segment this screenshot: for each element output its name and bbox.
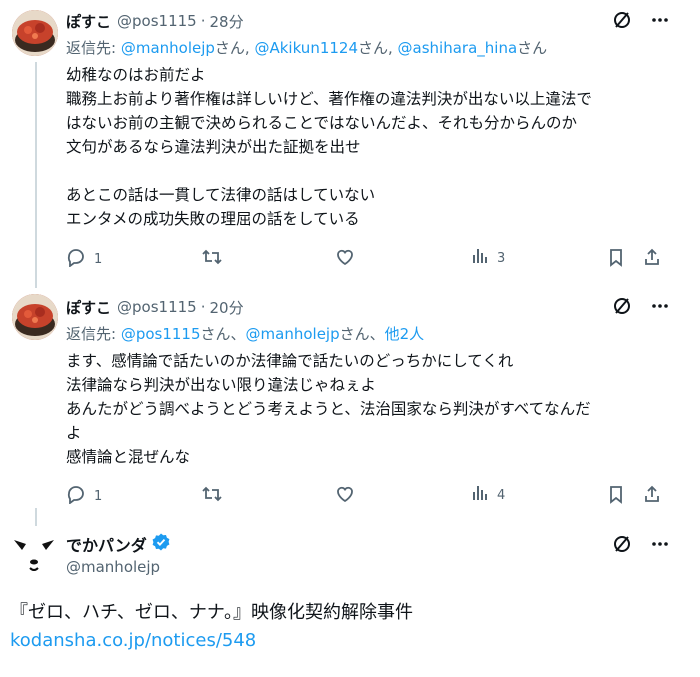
more-icon[interactable] [650,534,670,554]
bookmark-button[interactable] [606,247,626,271]
tweet-header: ぽすこ @pos1115 · 20分 [66,296,244,318]
retweet-icon [201,247,223,271]
reply-separator: さん, [214,39,255,57]
reply-mention[interactable]: @manholejp [121,39,215,57]
reply-button[interactable]: 1 [66,247,102,271]
views-count: 4 [497,487,506,503]
grok-icon[interactable] [612,296,632,316]
reply-mention[interactable]: @manholejp [246,325,340,343]
tweet-body: 幼稚なのはお前だよ 職務上お前より著作権は詳しいけど、著作権の違法判決が出ない以… [66,66,592,228]
views-count: 3 [497,250,506,266]
more-icon[interactable] [650,10,670,30]
share-button[interactable] [642,484,662,508]
reply-count: 1 [94,251,103,267]
reply-others-link[interactable]: 他2人 [385,325,425,343]
share-icon [642,484,662,508]
display-name[interactable]: ぽすこ [66,297,111,318]
views-button[interactable]: 4 [471,484,505,506]
panda-avatar[interactable] [10,530,58,578]
like-icon [335,484,355,508]
bookmark-button[interactable] [606,484,626,508]
main-tweet-link[interactable]: kodansha.co.jp/notices/548 [10,630,256,651]
reply-icon [66,484,86,508]
like-icon [335,247,355,271]
views-icon [471,247,489,269]
separator-dot: · [200,298,206,316]
main-tweet-header: でかパンダ [66,532,171,556]
reply-count: 1 [94,488,103,504]
avatar[interactable] [12,10,58,56]
avatar[interactable] [12,294,58,340]
tweet-top-icons [612,296,670,316]
action-bar: 1 4 [66,484,666,506]
grok-icon[interactable] [612,10,632,30]
reply-to-line: 返信先: @manholejpさん, @Akikun1124さん, @ashih… [66,37,547,58]
tweet-top-icons [612,534,670,554]
user-handle[interactable]: @pos1115 [117,12,197,30]
tweet-body: ます、感情論で話たいのか法律論で話たいのどっちかにしてくれ 法律論なら判決が出な… [66,352,591,466]
share-button[interactable] [642,247,662,271]
reply-separator: さん、 [200,325,246,343]
retweet-button[interactable] [201,247,223,271]
more-icon[interactable] [650,296,670,316]
like-button[interactable] [335,484,355,508]
reply-button[interactable]: 1 [66,484,102,508]
reply-separator: さん、 [339,325,385,343]
bookmark-icon [606,484,626,508]
display-name[interactable]: でかパンダ [66,532,147,556]
retweet-icon [201,484,223,508]
reply-to-line: 返信先: @pos1115さん、@manholejpさん、他2人 [66,323,424,344]
tweet-2[interactable]: ぽすこ @pos1115 · 20分 返信先: @pos1115さん、@manh… [0,290,700,520]
timestamp[interactable]: 28分 [209,11,243,32]
reply-separator: さん, [358,39,398,57]
user-handle[interactable]: @manholejp [66,558,160,576]
action-bar: 1 3 [66,247,666,269]
reply-suffix: さん [517,39,548,57]
like-button[interactable] [335,247,355,271]
retweet-button[interactable] [201,484,223,508]
reply-prefix: 返信先: [66,39,121,57]
views-icon [471,484,489,506]
reply-prefix: 返信先: [66,325,121,343]
tweet-1[interactable]: ぽすこ @pos1115 · 28分 返信先: @manholejpさん, @A… [0,0,700,290]
views-button[interactable]: 3 [471,247,505,269]
timestamp[interactable]: 20分 [209,297,243,318]
display-name[interactable]: ぽすこ [66,11,111,32]
reply-mention[interactable]: @Akikun1124 [254,39,358,57]
separator-dot: · [200,12,206,30]
main-tweet-text: 『ゼロ、ハチ、ゼロ、ナナ。』映像化契約解除事件 [10,602,414,623]
reply-mention[interactable]: @pos1115 [121,325,201,343]
tweet-header: ぽすこ @pos1115 · 28分 [66,10,244,32]
bookmark-icon [606,247,626,271]
tweet-top-icons [612,10,670,30]
reply-mention[interactable]: @ashihara_hina [398,39,518,57]
verified-badge-icon [151,532,171,556]
user-handle[interactable]: @pos1115 [117,298,197,316]
reply-icon [66,247,86,271]
share-icon [642,247,662,271]
grok-icon[interactable] [612,534,632,554]
